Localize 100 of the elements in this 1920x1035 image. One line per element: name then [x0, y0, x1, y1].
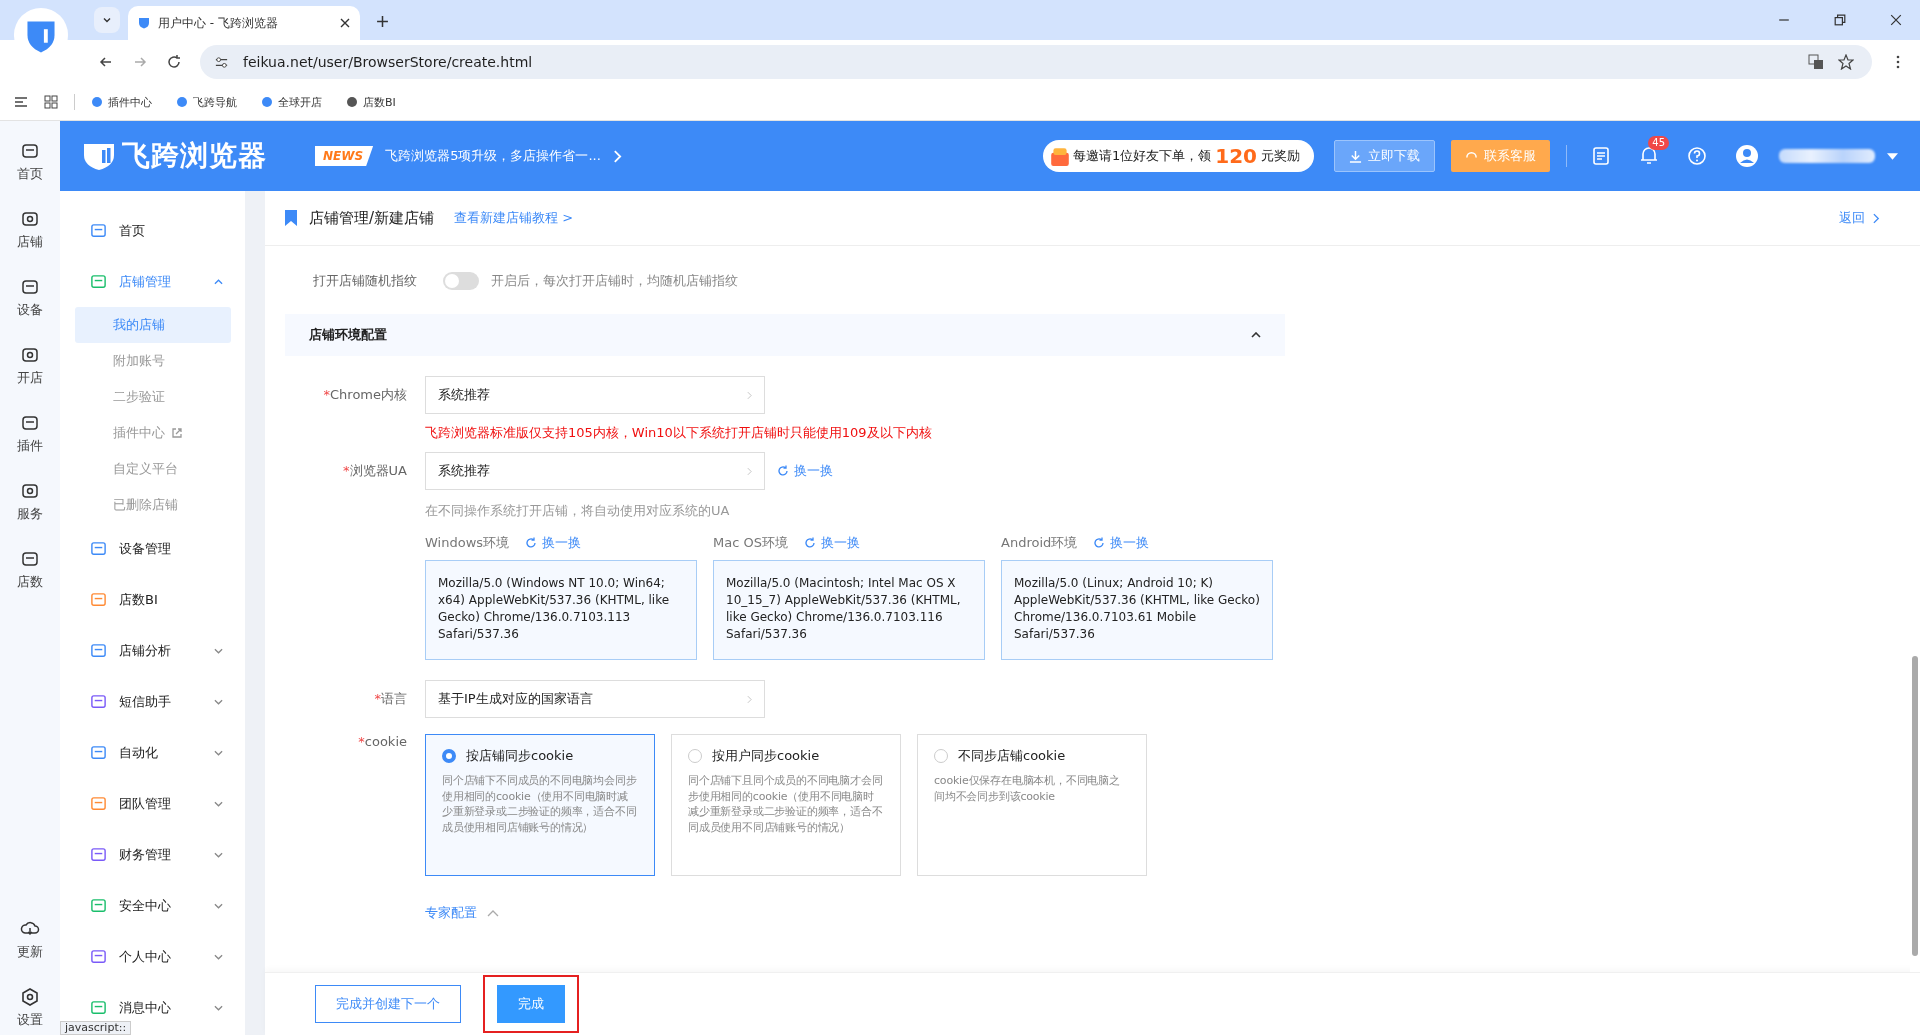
chevron-right-icon	[747, 390, 752, 400]
browser-tab[interactable]: 用户中心 - 飞跨浏览器	[128, 6, 360, 40]
chevron-right-icon	[1873, 212, 1880, 224]
refresh-icon	[777, 465, 789, 477]
site-settings-icon[interactable]	[214, 54, 229, 70]
tutorial-link[interactable]: 查看新建店铺教程 >	[454, 209, 574, 227]
menu-item[interactable]: 店铺分析	[60, 636, 245, 665]
option-description: 同个店铺下且同个成员的不同电脑才会同步使用相同的cookie（使用不同电脑时减少重新登录或二步验证的频率，适合不同成员使用不同店铺账号的情况）	[688, 773, 884, 835]
field-label: *Chrome内核	[322, 386, 408, 404]
url-text: feikua.net/user/BrowserStore/create.html	[243, 54, 533, 70]
brand-name: 飞跨浏览器	[122, 138, 267, 174]
shield-logo-icon	[82, 141, 116, 171]
cookie-option-card[interactable]: 按店铺同步cookie 同个店铺下不同成员的不同电脑均会同步使用相同的cookie（使用不同电脑时减少重新登录或二步验证的频率，适合不同成员使用相同店铺账号的情况）	[425, 734, 655, 876]
refresh-link[interactable]: 换一换	[1093, 534, 1150, 552]
menu-item[interactable]: 自动化	[60, 738, 245, 767]
refresh-link[interactable]: 换一换	[777, 462, 833, 480]
rail-item[interactable]: 店数	[17, 549, 43, 591]
star-icon[interactable]	[1838, 54, 1854, 70]
rail-item[interactable]: 设置	[17, 987, 43, 1029]
user-agent-box: Mozilla/5.0 (Linux; Android 10; K) AppleWebKit/537.36 (KHTML, like Gecko) Chrome/136.0.7103.61 Mobile Safari/537.36	[1001, 560, 1273, 660]
new-tab-icon[interactable]	[376, 15, 389, 28]
chevron-right-icon[interactable]	[612, 149, 622, 163]
settings-icon	[20, 987, 40, 1007]
menu-item[interactable]: 店数BI	[60, 585, 245, 614]
rail-item[interactable]: 插件	[17, 413, 43, 455]
status-bar-text: javascript::	[60, 1021, 132, 1035]
side-panel-icon[interactable]	[14, 95, 28, 109]
expert-settings-toggle[interactable]: 专家配置	[425, 904, 499, 922]
field-hint: 在不同操作系统打开店铺，将自动使用对应系统的UA	[425, 502, 731, 520]
select-field[interactable]: 系统推荐	[425, 452, 765, 490]
translate-icon[interactable]	[1808, 54, 1824, 70]
reload-icon[interactable]	[166, 54, 182, 70]
rail-item[interactable]: 开店	[17, 345, 43, 387]
menu-item[interactable]: 店铺管理	[60, 267, 245, 296]
chevron-up-icon	[487, 909, 499, 917]
address-bar[interactable]: feikua.net/user/BrowserStore/create.html	[200, 45, 1872, 79]
menu-item[interactable]: 设备管理	[60, 534, 245, 563]
toggle-hint: 开启后，每次打开店铺时，均随机店铺指纹	[491, 272, 738, 290]
bookmark[interactable]: 店数BI	[346, 94, 404, 110]
close-icon[interactable]	[340, 18, 350, 28]
menu-item[interactable]: 安全中心	[60, 891, 245, 920]
bookmark[interactable]: 飞跨导航	[176, 94, 245, 110]
section-header[interactable]: 店铺环境配置	[285, 314, 1285, 356]
chevron-down-icon	[102, 15, 112, 25]
bookmark[interactable]: 插件中心	[91, 94, 160, 110]
option-description: cookie仅保存在电脑本机，不同电脑之间均不会同步到该cookie	[934, 773, 1121, 804]
tab-title: 用户中心 - 飞跨浏览器	[158, 14, 279, 32]
close-icon[interactable]	[1890, 14, 1902, 26]
user-agent-box: Mozilla/5.0 (Macintosh; Intel Mac OS X 10_15_7) AppleWebKit/537.36 (KHTML, like Gecko) Chrome/136.0.7103.116 Safari/537.36	[713, 560, 985, 660]
rail-item[interactable]: 更新	[17, 919, 43, 961]
field-label: *cookie	[357, 734, 408, 749]
bookmark-icon	[285, 210, 297, 226]
notification-count: 45	[1648, 135, 1669, 150]
field-label: 打开店铺随机指纹	[313, 272, 418, 290]
environment-label: Android环境	[1001, 534, 1078, 552]
download-icon	[1349, 149, 1362, 163]
radio-indicator	[442, 749, 456, 763]
menu-item[interactable]: 个人中心	[60, 942, 245, 971]
rail-item[interactable]: 首页	[17, 141, 43, 183]
option-description: 同个店铺下不同成员的不同电脑均会同步使用相同的cookie（使用不同电脑时减少重新登录或二步验证的频率，适合不同成员使用相同店铺账号的情况）	[442, 773, 638, 835]
option-title: 不同步店铺cookie	[958, 747, 1066, 765]
warning-text: 飞跨浏览器标准版仅支持105内核，Win10以下系统打开店铺时只能使用109及以下内核	[425, 424, 933, 442]
scrollbar-thumb[interactable]	[1912, 656, 1918, 956]
bookmark[interactable]: 全球开店	[261, 94, 330, 110]
cookie-option-card[interactable]: 按用户同步cookie 同个店铺下且同个成员的不同电脑才会同步使用相同的cookie（使用不同电脑时减少重新登录或二步验证的频率，适合不同成员使用不同店铺账号的情况）	[671, 734, 901, 876]
rail-item[interactable]: 服务	[17, 481, 43, 523]
refresh-icon	[803, 537, 816, 549]
back-link[interactable]: 返回	[1839, 209, 1880, 227]
user-agent-box: Mozilla/5.0 (Windows NT 10.0; Win64; x64) AppleWebKit/537.36 (KHTML, like Gecko) Chrome/136.0.7103.113 Safari/537.36	[425, 560, 697, 660]
finish-and-next-button[interactable]: 完成并创建下一个	[315, 985, 461, 1023]
document-icon[interactable]	[1591, 146, 1611, 166]
chevron-right-icon	[747, 466, 752, 476]
environment-label: Windows环境	[425, 534, 510, 552]
chevron-right-icon	[747, 694, 752, 704]
breadcrumb: 店铺管理/新建店铺	[309, 208, 435, 228]
environment-label: Mac OS环境	[713, 534, 788, 552]
menu-item[interactable]: 首页	[60, 216, 245, 245]
cookie-option-card[interactable]: 不同步店铺cookie cookie仅保存在电脑本机，不同电脑之间均不会同步到该cookie	[917, 734, 1147, 876]
avatar-icon[interactable]	[1735, 144, 1759, 168]
apps-icon[interactable]	[44, 95, 58, 109]
caret-icon[interactable]	[1887, 152, 1898, 160]
option-title: 按用户同步cookie	[712, 747, 820, 765]
menu-item[interactable]: 团队管理	[60, 789, 245, 818]
select-field[interactable]: 基于IP生成对应的国家语言	[425, 680, 765, 718]
refresh-icon	[525, 537, 538, 549]
refresh-link[interactable]: 换一换	[525, 534, 582, 552]
toggle-switch[interactable]	[443, 272, 479, 290]
refresh-link[interactable]: 换一换	[803, 534, 860, 552]
menu-item[interactable]: 财务管理	[60, 840, 245, 869]
restore-icon[interactable]	[1834, 14, 1846, 26]
help-icon[interactable]	[1687, 146, 1707, 166]
select-field[interactable]: 系统推荐	[425, 376, 765, 414]
rail-item[interactable]: 店铺	[17, 209, 43, 251]
field-label: *语言	[373, 690, 408, 708]
menu-item[interactable]: 短信助手	[60, 687, 245, 716]
news-badge: NEWS	[315, 146, 374, 166]
option-title: 按店铺同步cookie	[466, 747, 574, 765]
menu-item[interactable]: 消息中心	[60, 993, 245, 1022]
chevron-up-icon	[1251, 332, 1261, 338]
rail-item[interactable]: 设备	[17, 277, 43, 319]
